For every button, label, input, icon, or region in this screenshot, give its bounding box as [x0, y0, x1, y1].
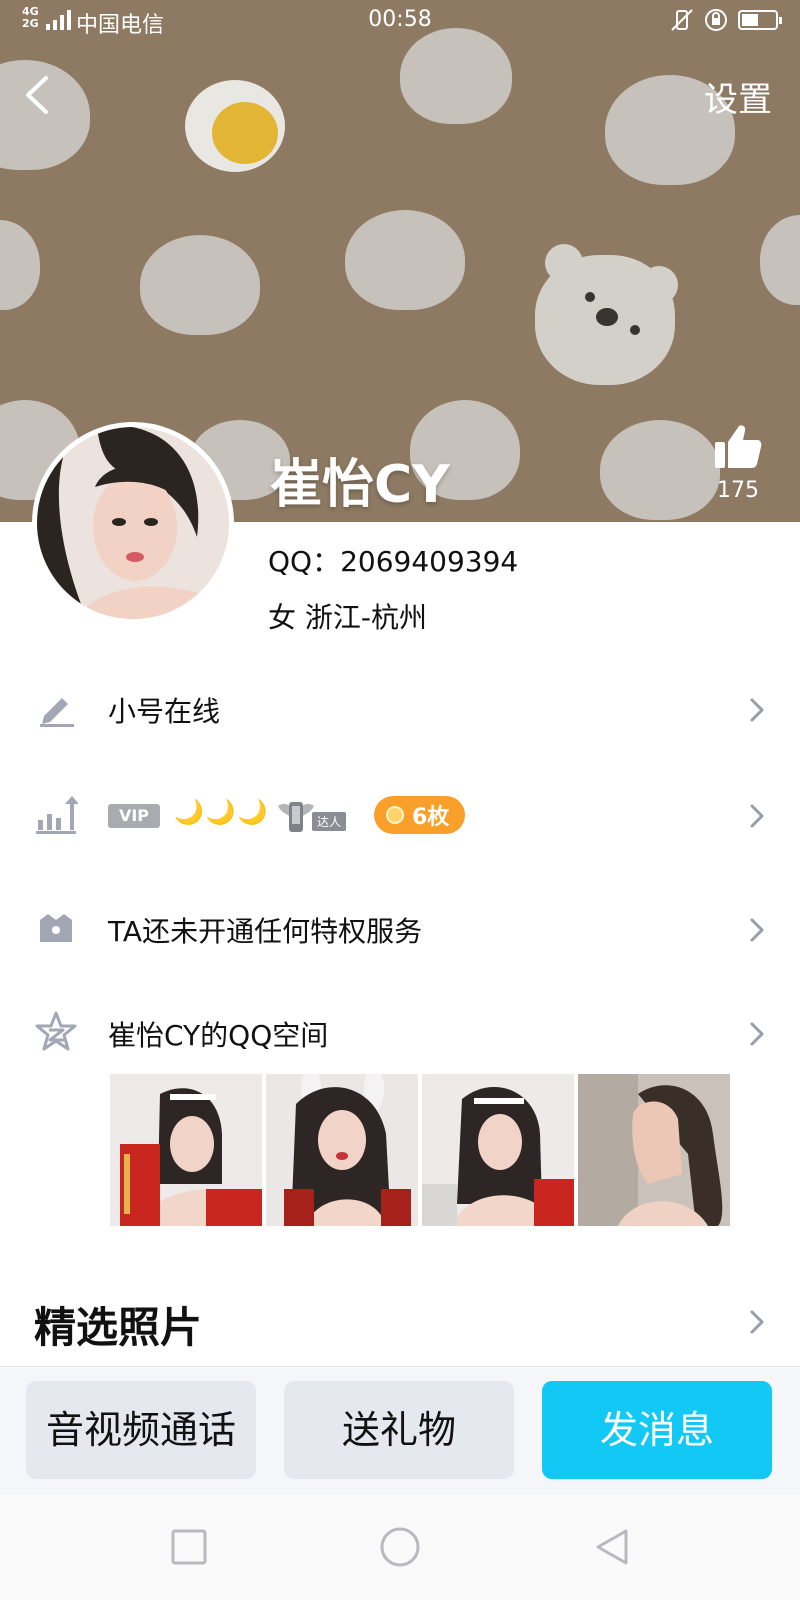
winged-phone-icon [278, 802, 314, 832]
gender-location: 女 浙江-杭州 [268, 601, 428, 634]
chevron-right-icon [750, 804, 764, 828]
system-nav-bar [0, 1494, 800, 1600]
row-qzone[interactable]: 崔怡CY的QQ空间 [0, 988, 800, 1078]
qzone-photo[interactable] [578, 1074, 730, 1226]
qzone-photo[interactable] [110, 1074, 262, 1226]
chevron-right-icon [750, 1310, 764, 1334]
send-message-button[interactable]: 发消息 [542, 1381, 772, 1479]
action-bar: 音视频通话 送礼物 发消息 [0, 1366, 800, 1494]
chevron-right-icon [750, 698, 764, 722]
featured-photos-title: 精选照片 [34, 1303, 203, 1352]
back-button[interactable] [18, 70, 62, 120]
bun-pattern [600, 420, 720, 520]
qzone-photos [110, 1074, 730, 1226]
level-up-icon [36, 796, 78, 834]
row-privilege[interactable]: TA还未开通任何特权服务 [0, 884, 800, 974]
photo-thumbnail [578, 1074, 730, 1226]
medal-count-pill: 6枚 [374, 796, 466, 834]
status-bar: 4G 2G 中国电信 00:58 [0, 0, 800, 42]
featured-photos-row[interactable]: 精选照片 [0, 1284, 800, 1358]
video-call-button[interactable]: 音视频通话 [26, 1381, 256, 1479]
medal-icon [386, 806, 404, 824]
egg-yolk [212, 102, 278, 164]
bun-pattern [0, 220, 40, 310]
status-icons [670, 8, 782, 32]
bun-pattern [400, 28, 512, 124]
bear-nose [596, 308, 618, 326]
battery-icon [738, 10, 782, 30]
online-status-label: 小号在线 [108, 695, 221, 728]
row-online-status[interactable]: 小号在线 [0, 664, 800, 754]
row-level[interactable]: VIP 🌙🌙🌙 达人 6枚 [0, 770, 800, 860]
back-nav-icon[interactable] [592, 1526, 634, 1568]
home-icon[interactable] [379, 1526, 421, 1568]
medal-count: 6枚 [412, 805, 450, 830]
bear-eye [630, 325, 640, 335]
vibrate-icon [671, 9, 693, 31]
settings-button[interactable]: 设置 [704, 72, 772, 121]
privilege-label: TA还未开通任何特权服务 [108, 915, 423, 948]
profile-name: 崔怡CY [270, 455, 450, 515]
vip-badge: VIP [108, 804, 160, 828]
avatar-photo [37, 427, 229, 619]
bear-eye [585, 292, 595, 302]
edit-icon [40, 698, 74, 727]
send-gift-button[interactable]: 送礼物 [284, 1381, 514, 1479]
level-moons: 🌙🌙🌙 [174, 798, 270, 826]
like-count: 175 [717, 478, 759, 503]
like-button[interactable]: 175 [708, 422, 768, 503]
thumbs-up-icon [715, 425, 762, 468]
qq-number: QQ：2069409394 [268, 545, 519, 578]
recent-apps-icon[interactable] [168, 1526, 210, 1568]
qzone-star-icon [35, 1011, 77, 1051]
chevron-right-icon [750, 1022, 764, 1046]
daren-badge: 达人 [276, 796, 358, 836]
qzone-photo[interactable] [422, 1074, 574, 1226]
daren-label: 达人 [312, 812, 347, 831]
chevron-left-icon [26, 76, 48, 114]
qzone-label: 崔怡CY的QQ空间 [108, 1019, 329, 1052]
photo-thumbnail [110, 1074, 262, 1226]
photo-thumbnail [266, 1074, 418, 1226]
bun-pattern [140, 235, 260, 335]
bun-pattern [760, 215, 800, 305]
qzone-photo[interactable] [266, 1074, 418, 1226]
crown-icon [40, 914, 72, 942]
chevron-right-icon [750, 918, 764, 942]
bun-pattern [345, 210, 465, 310]
profile-info: QQ：2069409394 女 浙江-杭州 [268, 540, 518, 636]
avatar[interactable] [32, 422, 234, 624]
photo-thumbnail [422, 1074, 574, 1226]
rotation-lock-icon [705, 9, 727, 31]
